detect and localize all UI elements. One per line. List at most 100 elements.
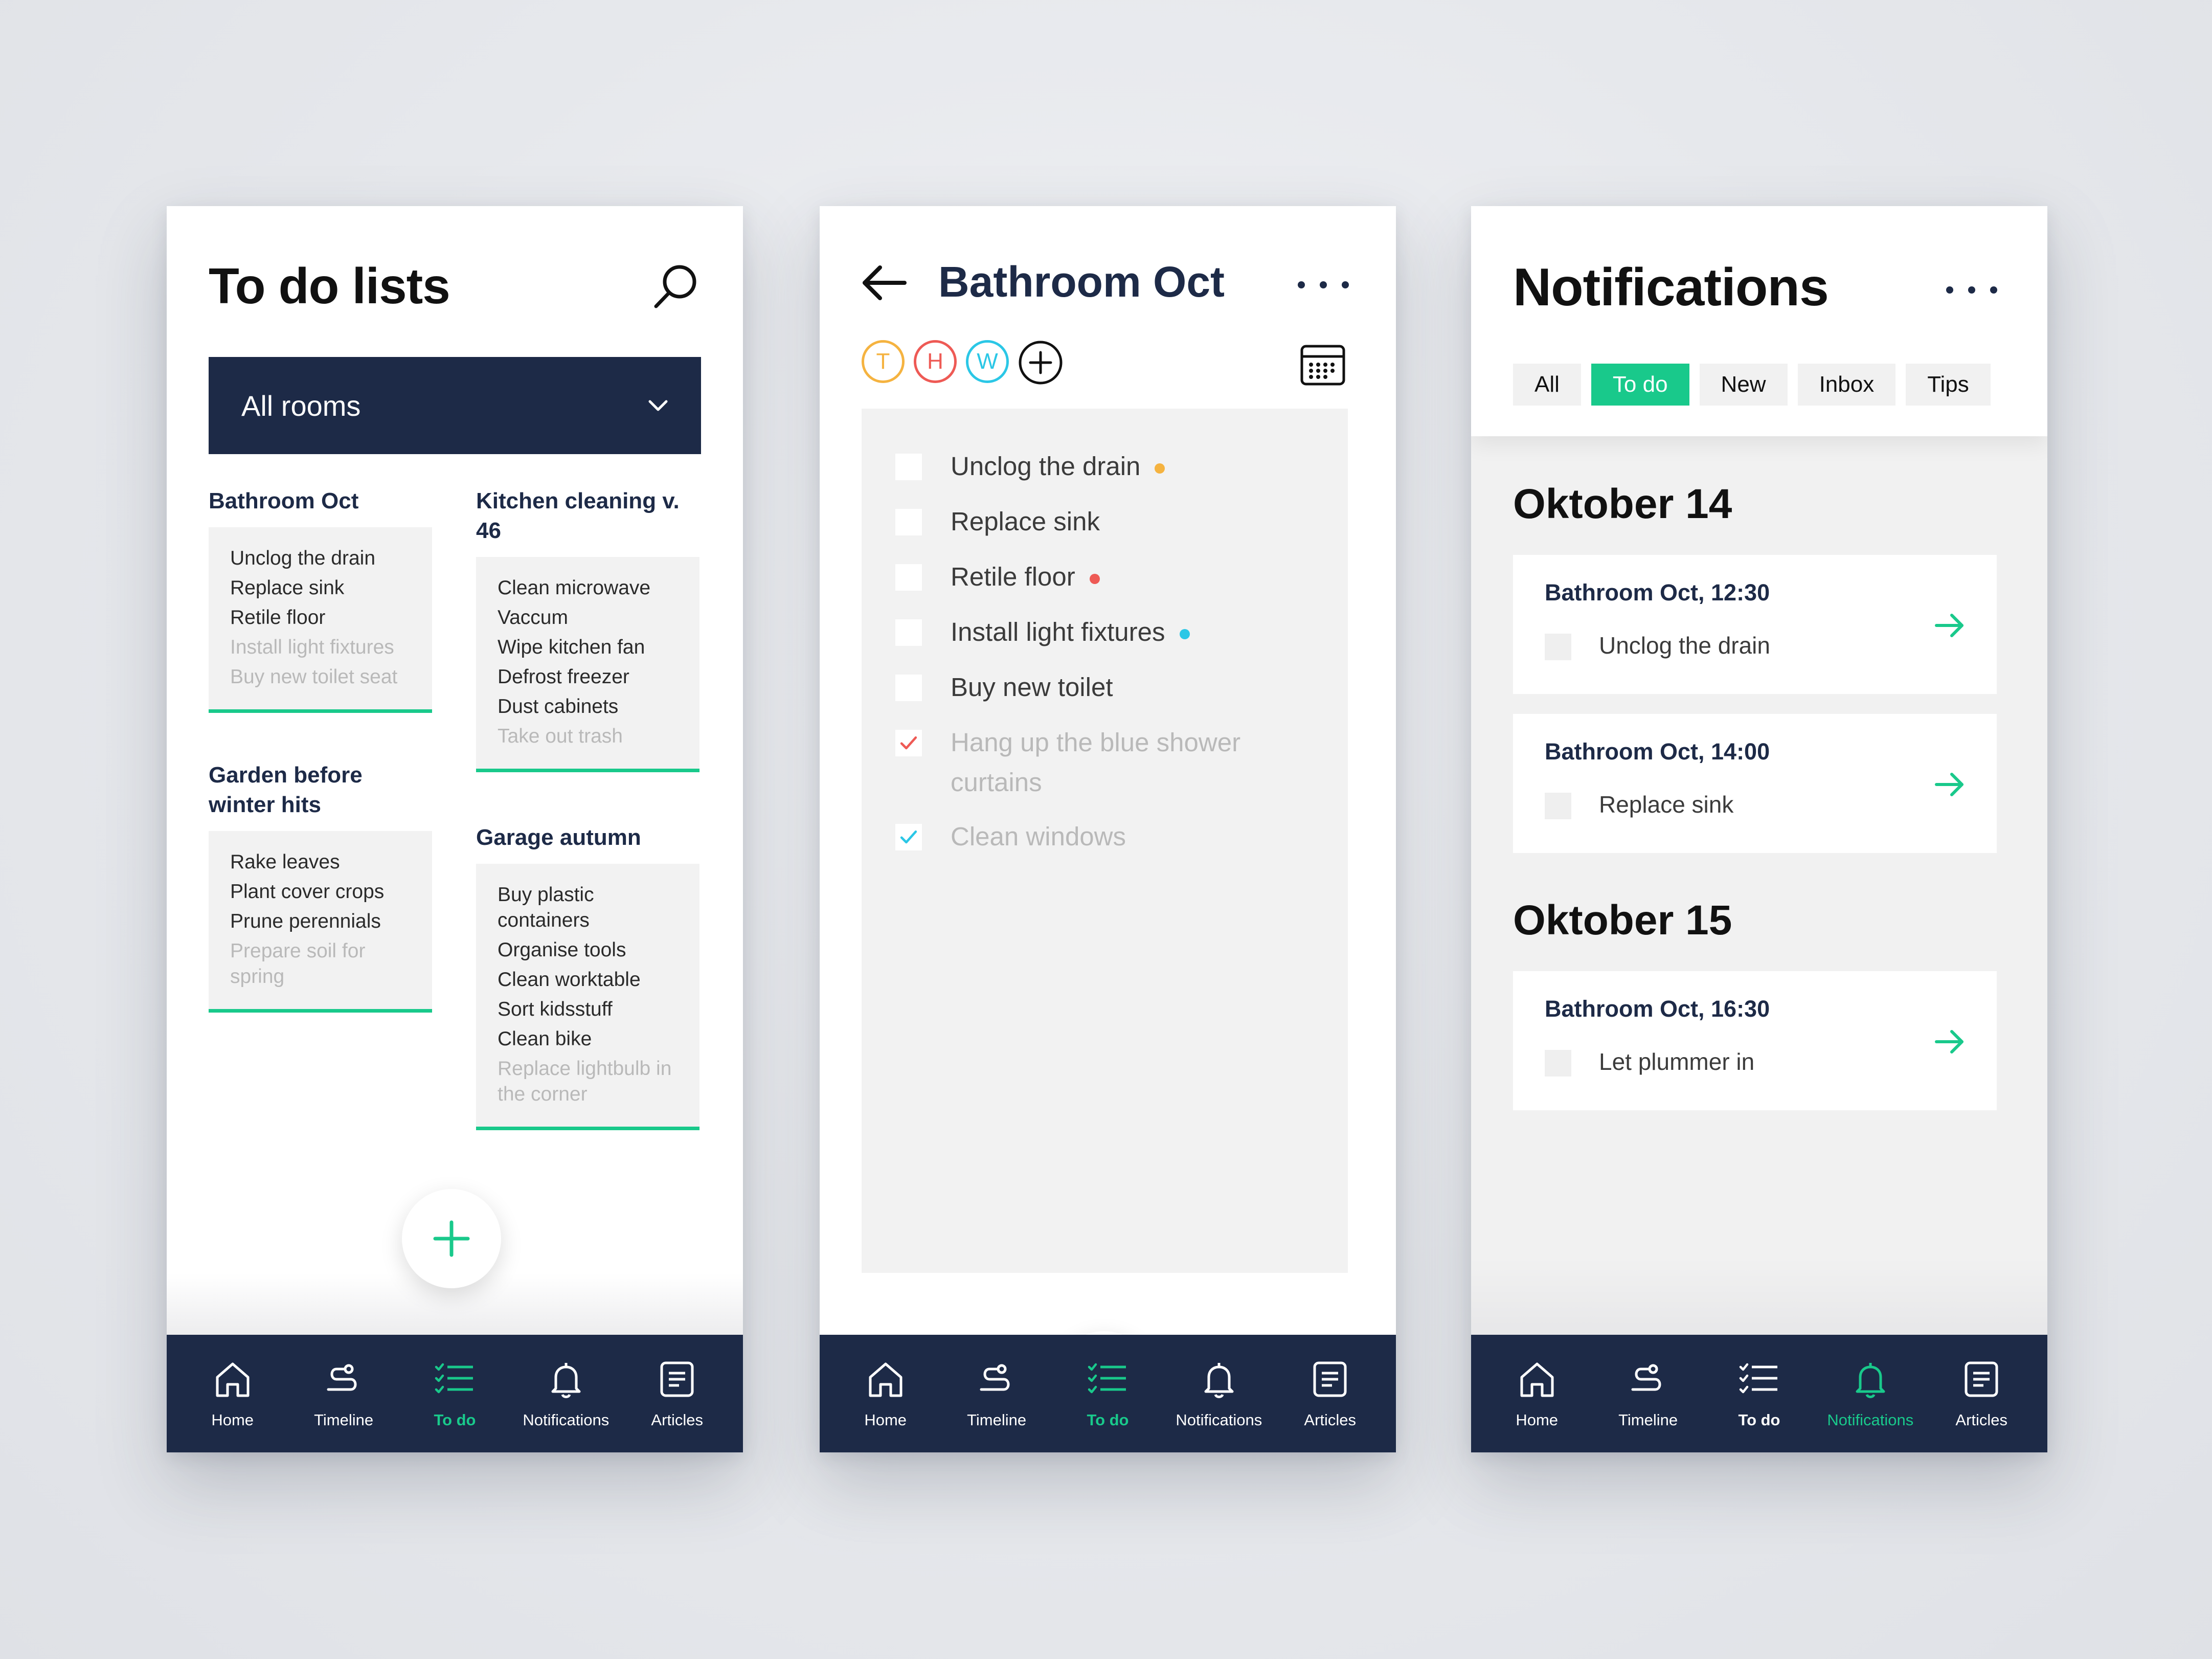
nav-notifications[interactable]: Notifications <box>515 1358 617 1429</box>
nav-label: To do <box>1087 1411 1129 1429</box>
task-row[interactable]: Install light fixtures <box>895 617 1298 652</box>
page-title: Bathroom Oct <box>938 258 1225 306</box>
task-checkbox[interactable] <box>895 619 922 646</box>
todo-list-card[interactable]: Kitchen cleaning v. 46 Clean microwave V… <box>476 486 699 772</box>
notification-card[interactable]: Bathroom Oct, 16:30 Let plummer in <box>1513 971 1997 1110</box>
notification-checkbox[interactable] <box>1545 634 1571 660</box>
bottom-nav: Home Timeline To do Notifications Articl… <box>1471 1335 2047 1452</box>
checkmark-icon <box>900 736 917 750</box>
room-dropdown-value: All rooms <box>241 389 361 422</box>
task-row[interactable]: Buy new toilet <box>895 672 1298 707</box>
add-assignee-button[interactable] <box>1018 340 1063 385</box>
task-checkbox-checked[interactable] <box>895 730 922 756</box>
nav-timeline[interactable]: Timeline <box>292 1358 395 1429</box>
timeline-icon <box>980 1364 1010 1391</box>
task-checkbox[interactable] <box>895 509 922 535</box>
filter-tab-inbox[interactable]: Inbox <box>1797 364 1896 406</box>
todo-list-card[interactable]: Garden before winter hits Rake leaves Pl… <box>209 760 432 1013</box>
task-row[interactable]: Hang up the blue shower curtains <box>895 728 1298 802</box>
plus-icon <box>433 1220 470 1257</box>
todo-list-icon <box>435 1363 473 1394</box>
todo-lists-screen: To do lists All rooms Bathroom Oct Unclo… <box>167 206 743 1452</box>
list-item: Buy plastic containers <box>498 884 594 931</box>
avatar[interactable]: H <box>914 340 957 383</box>
task-label: Clean windows <box>951 822 1126 851</box>
notification-checkbox[interactable] <box>1545 793 1571 819</box>
todo-list-card[interactable]: Bathroom Oct Unclog the drain Replace si… <box>209 486 432 713</box>
avatar[interactable]: T <box>862 340 905 383</box>
page-title: Notifications <box>1513 258 1829 317</box>
bell-icon <box>1204 1363 1234 1398</box>
todo-list-icon <box>1088 1363 1126 1394</box>
arrow-right-icon[interactable] <box>1933 1025 1966 1058</box>
notification-checkbox[interactable] <box>1545 1050 1571 1077</box>
assignee-dot <box>1155 463 1165 474</box>
arrow-right-icon[interactable] <box>1933 768 1966 801</box>
nav-articles[interactable]: Articles <box>1279 1358 1381 1429</box>
list-item: Prune perennials <box>230 910 381 932</box>
nav-label: Home <box>864 1411 907 1429</box>
nav-home[interactable]: Home <box>1486 1358 1588 1429</box>
task-checkbox[interactable] <box>895 454 922 480</box>
list-item-done: Install light fixtures <box>230 636 394 658</box>
nav-todo[interactable]: To do <box>403 1358 506 1429</box>
notification-card[interactable]: Bathroom Oct, 12:30 Unclog the drain <box>1513 555 1997 694</box>
task-checkbox[interactable] <box>895 564 922 591</box>
task-row[interactable]: Unclog the drain <box>895 452 1298 486</box>
list-item: Clean microwave <box>498 577 651 599</box>
nav-notifications[interactable]: Notifications <box>1168 1358 1270 1429</box>
add-list-button[interactable] <box>402 1189 501 1288</box>
nav-label: Articles <box>1304 1411 1357 1429</box>
back-arrow-icon[interactable] <box>859 257 910 308</box>
search-icon[interactable] <box>650 261 701 312</box>
calendar-icon[interactable] <box>1300 343 1346 386</box>
nav-todo[interactable]: To do <box>1056 1358 1159 1429</box>
more-options-icon[interactable] <box>1298 270 1349 300</box>
more-options-icon[interactable] <box>1946 275 1997 305</box>
nav-todo[interactable]: To do <box>1708 1358 1810 1429</box>
notification-text: Let plummer in <box>1599 1048 1755 1075</box>
list-item: Replace sink <box>230 577 345 599</box>
list-title: Garage autumn <box>476 825 641 850</box>
task-label: Buy new toilet <box>951 672 1113 702</box>
task-list: Unclog the drain Replace sink Retile flo… <box>862 409 1348 1273</box>
task-row[interactable]: Replace sink <box>895 507 1298 542</box>
nav-articles[interactable]: Articles <box>1930 1358 2033 1429</box>
nav-home[interactable]: Home <box>834 1358 937 1429</box>
filter-tab-tips[interactable]: Tips <box>1906 364 1991 406</box>
avatar[interactable]: W <box>966 340 1009 383</box>
list-item-done: Prepare soil for spring <box>230 940 366 988</box>
notification-card[interactable]: Bathroom Oct, 14:00 Replace sink <box>1513 714 1997 853</box>
nav-timeline[interactable]: Timeline <box>1597 1358 1699 1429</box>
nav-articles[interactable]: Articles <box>626 1358 728 1429</box>
nav-label: To do <box>434 1411 476 1429</box>
list-title: Bathroom Oct <box>209 488 359 513</box>
day-heading: Oktober 14 <box>1513 481 1732 527</box>
bell-icon <box>1856 1363 1885 1398</box>
articles-icon <box>660 1361 694 1397</box>
list-item: Retile floor <box>230 607 326 629</box>
room-dropdown[interactable]: All rooms <box>209 357 701 454</box>
task-row[interactable]: Retile floor <box>895 562 1298 597</box>
articles-icon <box>1965 1361 1998 1397</box>
home-icon <box>1520 1362 1554 1397</box>
nav-home[interactable]: Home <box>182 1358 284 1429</box>
filter-tab-new[interactable]: New <box>1699 364 1788 406</box>
task-label: Hang up the blue shower curtains <box>951 728 1241 797</box>
todo-list-icon <box>1740 1363 1778 1394</box>
notification-title: Bathroom Oct, 12:30 <box>1545 579 1770 606</box>
filter-tab-all[interactable]: All <box>1513 364 1581 406</box>
task-checkbox[interactable] <box>895 675 922 701</box>
arrow-right-icon[interactable] <box>1933 609 1966 642</box>
todo-list-card[interactable]: Garage autumn Buy plastic containers Org… <box>476 823 699 1130</box>
nav-label: Timeline <box>967 1411 1027 1429</box>
task-label: Unclog the drain <box>951 446 1298 486</box>
filter-tab-todo[interactable]: To do <box>1591 364 1689 406</box>
task-row[interactable]: Clean windows <box>895 822 1298 857</box>
list-item: Wipe kitchen fan <box>498 636 645 658</box>
nav-timeline[interactable]: Timeline <box>945 1358 1048 1429</box>
task-checkbox-checked[interactable] <box>895 824 922 850</box>
list-item: Sort kidsstuff <box>498 998 613 1020</box>
nav-notifications[interactable]: Notifications <box>1819 1358 1922 1429</box>
notification-title: Bathroom Oct, 14:00 <box>1545 738 1770 765</box>
